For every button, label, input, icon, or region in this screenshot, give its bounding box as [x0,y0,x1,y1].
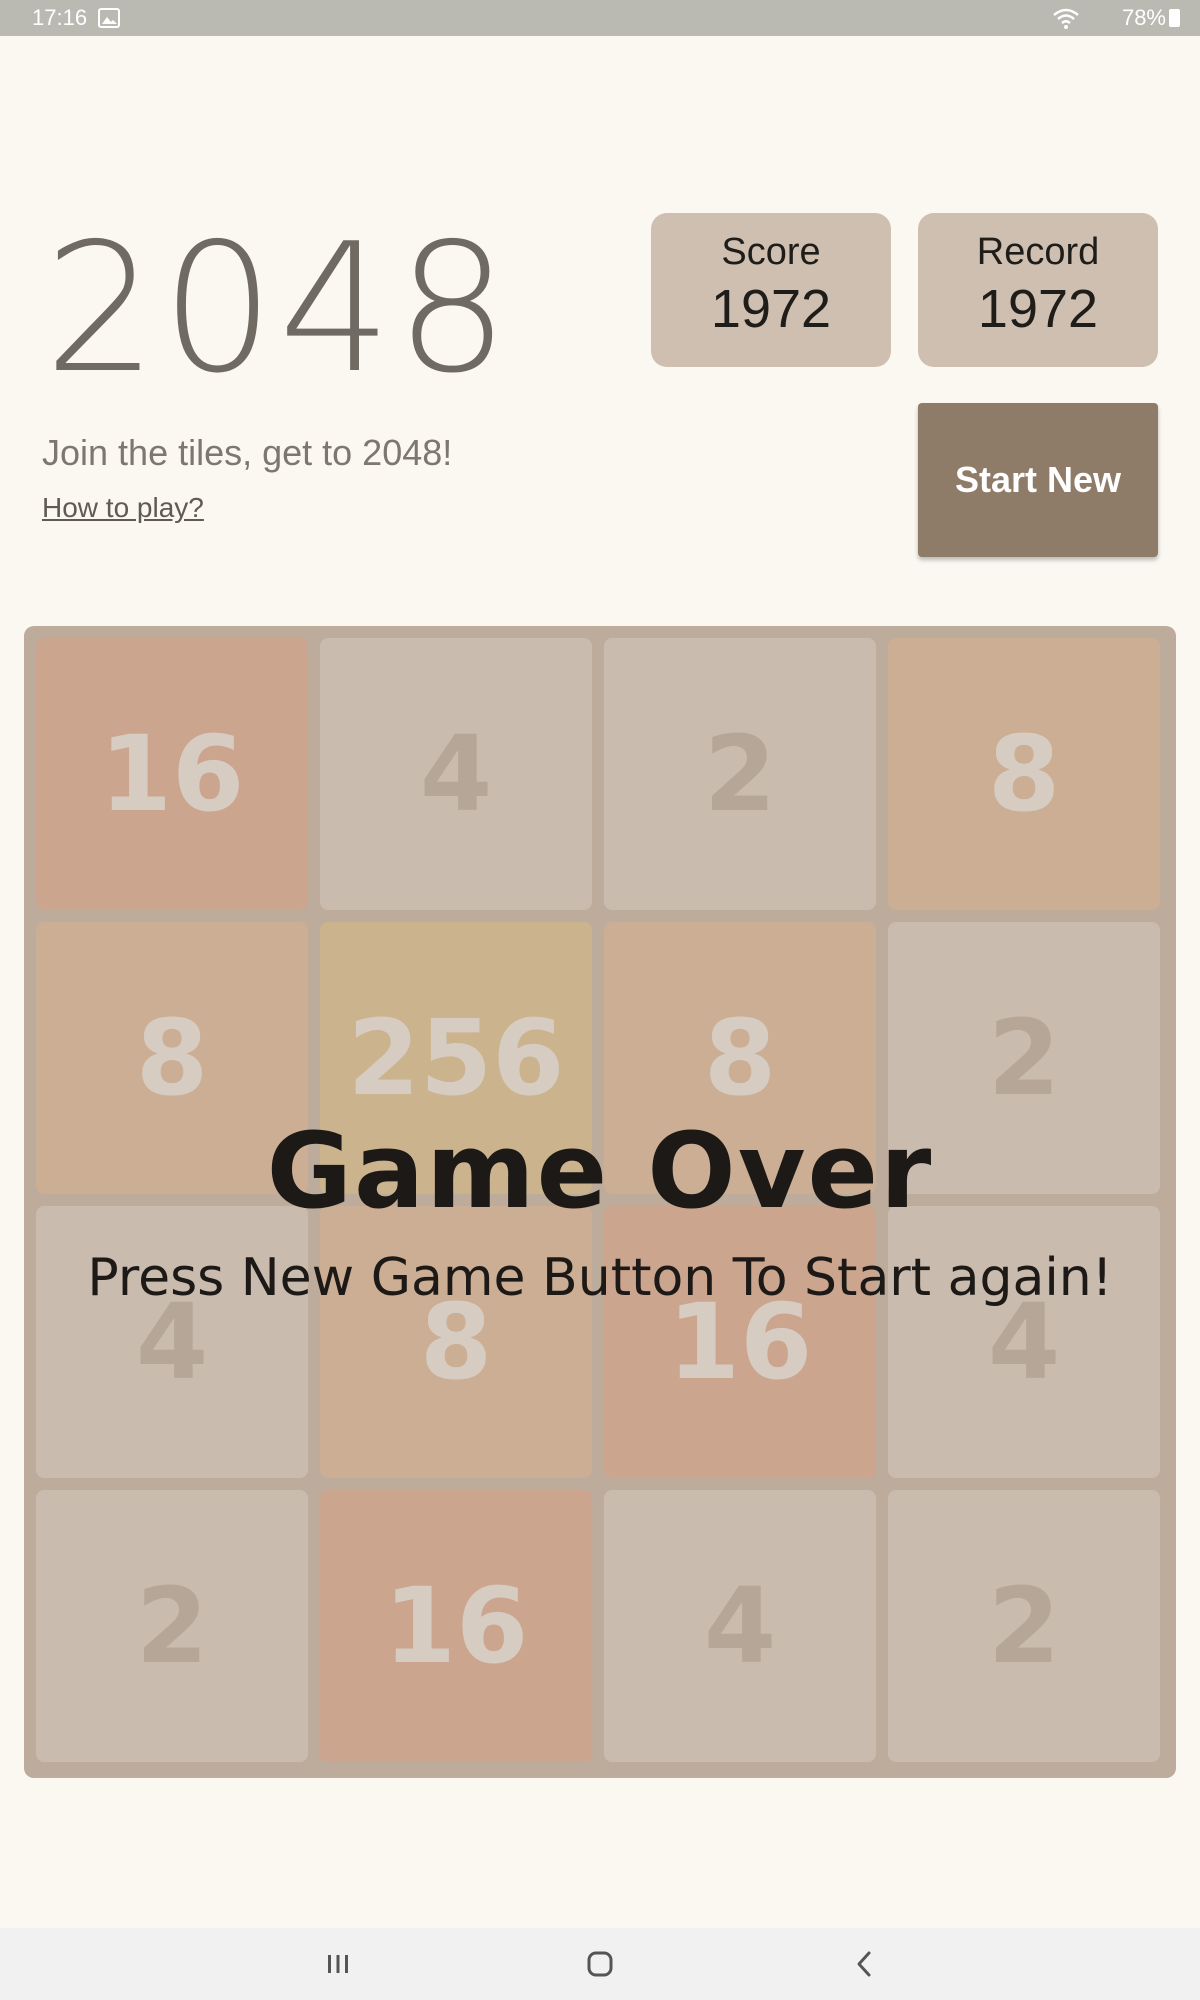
score-value: 1972 [710,279,832,339]
how-to-play-link[interactable]: How to play? [42,492,204,524]
battery-percentage: 78% [1121,5,1166,30]
tile: 8 [320,1206,592,1478]
record-value: 1972 [977,279,1099,339]
tile: 2 [36,1490,308,1762]
navigation-bar [0,1928,1200,2000]
tile: 4 [604,1490,876,1762]
tile: 16 [604,1206,876,1478]
score-box: Score 1972 [651,213,891,367]
tagline: Join the tiles, get to 2048! [42,432,453,473]
tile: 8 [888,638,1160,910]
record-box: Record 1972 [918,213,1158,367]
tile: 2 [604,638,876,910]
back-icon[interactable] [842,1942,886,1986]
game-over-title: Game Over [266,1110,934,1232]
tile: 16 [36,638,308,910]
tile: 4 [36,1206,308,1478]
home-icon[interactable] [578,1942,622,1986]
tile: 2 [888,1490,1160,1762]
status-time: 17:16 [32,5,88,30]
tile: 16 [320,1490,592,1762]
battery-icon [1169,9,1180,27]
game-title: 2048 [44,205,513,412]
tile: 4 [888,1206,1160,1478]
wifi-icon [1053,8,1079,29]
record-label: Record [976,231,1100,273]
recent-apps-icon[interactable] [316,1942,360,1986]
start-new-button[interactable]: Start New [918,403,1158,557]
tile: 4 [320,638,592,910]
status-bar: 17:16 78% [0,0,1200,36]
image-icon [98,8,120,28]
app-root: 17:16 78% 2048 Join the tiles, get to 20… [0,0,1200,2000]
score-label: Score [721,231,821,273]
game-over-subtitle: Press New Game Button To Start again! [87,1248,1113,1308]
